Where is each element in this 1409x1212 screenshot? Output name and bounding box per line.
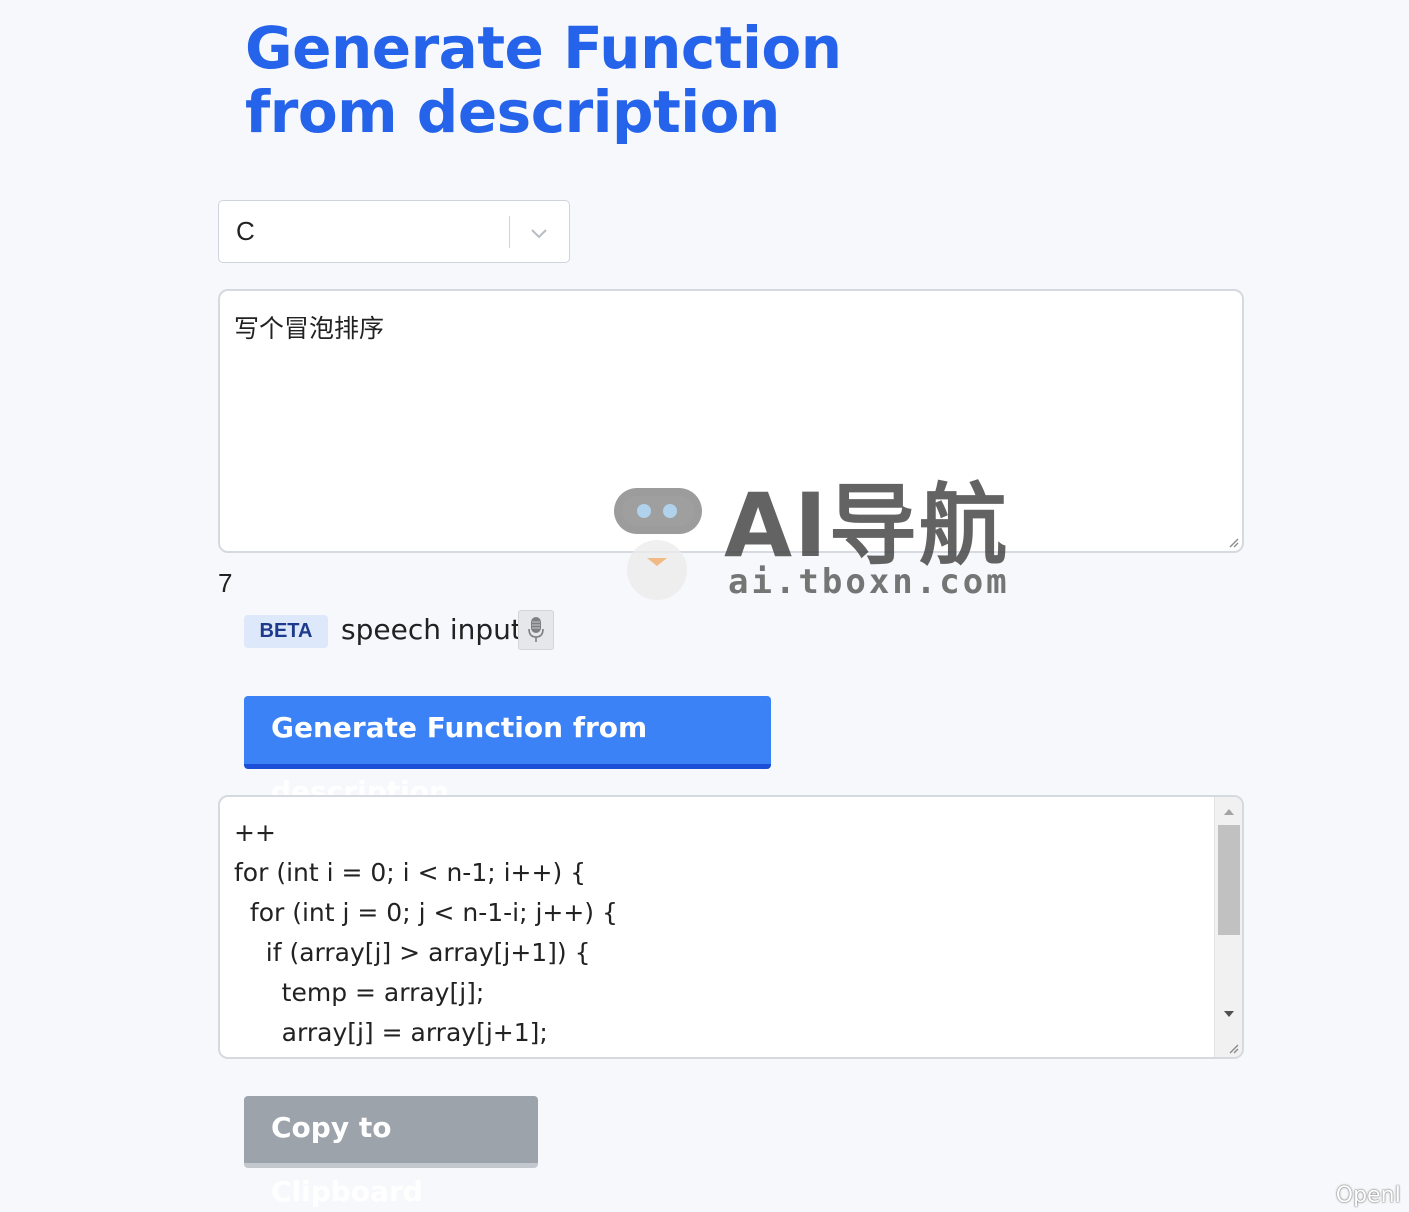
scroll-down-arrow-icon[interactable] — [1222, 1009, 1236, 1019]
character-counter: 7 — [218, 568, 233, 598]
microphone-icon — [528, 617, 544, 642]
output-code-textarea[interactable]: ++ for (int i = 0; i < n-1; i++) { for (… — [218, 795, 1244, 1059]
select-divider — [509, 216, 510, 248]
speech-input-label: speech input: — [341, 613, 532, 646]
description-text: 写个冒泡排序 — [234, 314, 385, 343]
generate-function-button[interactable]: Generate Function from description — [244, 696, 771, 808]
output-scrollbar[interactable] — [1214, 797, 1242, 1057]
chevron-down-icon[interactable] — [527, 221, 551, 245]
speech-input-button[interactable] — [518, 610, 554, 650]
language-select[interactable]: C — [218, 200, 570, 263]
generated-code: ++ for (int i = 0; i < n-1; i++) { for (… — [234, 818, 618, 1047]
watermark-brand: AI导航 — [724, 474, 1009, 577]
resize-handle-icon[interactable] — [1227, 536, 1239, 548]
resize-handle-icon[interactable] — [1227, 1042, 1239, 1054]
language-select-value: C — [236, 216, 255, 246]
copy-to-clipboard-button[interactable]: Copy to Clipboard — [244, 1096, 538, 1208]
scroll-up-arrow-icon[interactable] — [1222, 807, 1236, 817]
beta-badge: BETA — [244, 615, 328, 648]
scrollbar-thumb[interactable] — [1218, 825, 1240, 935]
page-title: Generate Function from description — [245, 14, 842, 146]
corner-watermark: OpenI — [1335, 1183, 1401, 1208]
watermark-url: ai.tboxn.com — [728, 562, 1010, 602]
